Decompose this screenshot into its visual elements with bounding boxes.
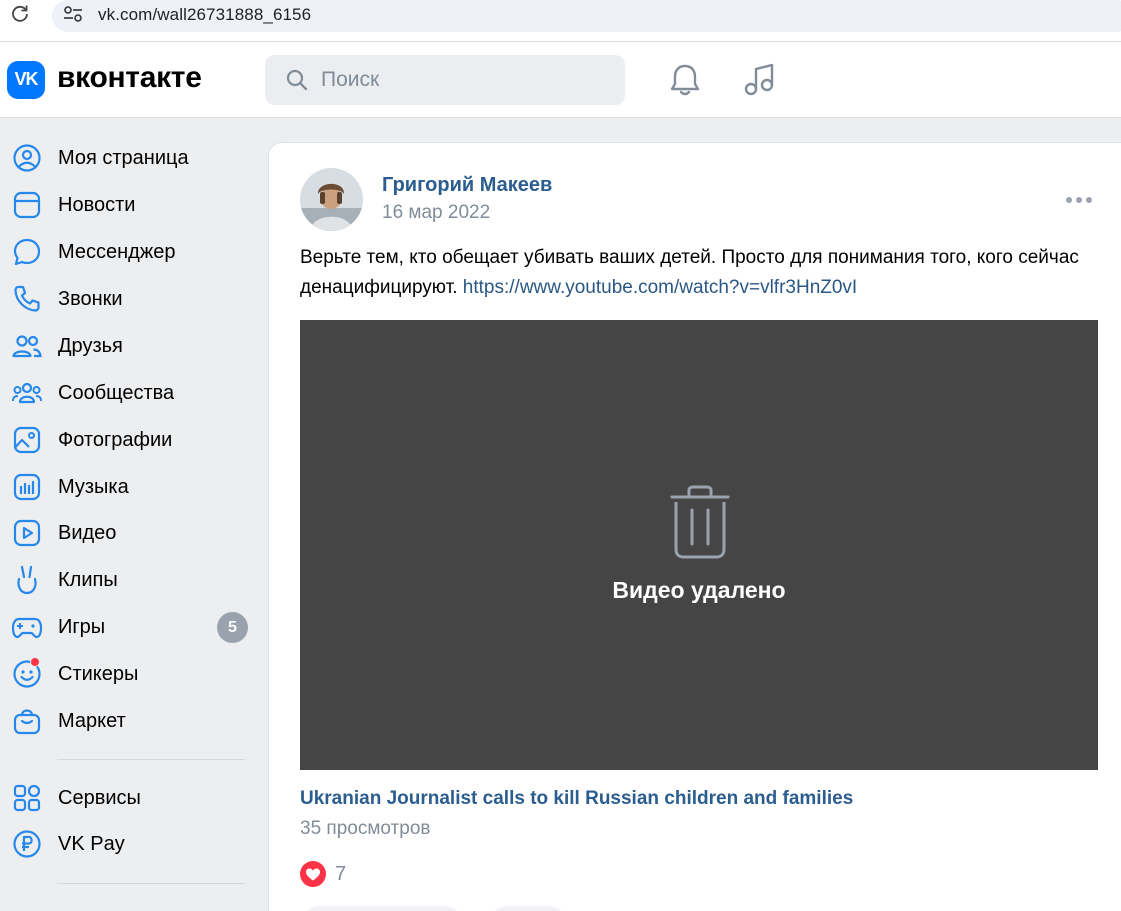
like-button[interactable]: 7 [300,861,360,889]
games-counter-badge: 5 [217,612,248,643]
post-text: Верьте тем, кто обещает убивать ваших де… [300,243,1100,303]
post-date[interactable]: 16 мар 2022 [382,202,490,224]
reload-icon[interactable] [10,3,30,23]
sidebar-item-calls[interactable]: Звонки [0,277,260,321]
sidebar-item-label: Мессенджер [58,241,176,263]
omnibox[interactable]: vk.com/wall26731888_6156 [52,0,1121,32]
sidebar-item-music[interactable]: Музыка [0,465,260,509]
browser-address-bar: vk.com/wall26731888_6156 [0,0,1121,42]
music-icon[interactable] [742,62,778,98]
clips-icon [17,565,37,595]
sidebar-item-communities[interactable]: Сообщества [0,371,260,415]
new-stickers-dot [30,657,40,667]
author-avatar[interactable] [300,168,363,231]
friends-icon [12,335,42,358]
sidebar-item-label: Игры [58,616,106,638]
gamepad-icon [11,617,43,639]
post-author-name[interactable]: Григорий Макеев [382,174,552,197]
sidebar-item-news[interactable]: Новости [0,183,260,227]
vk-logo-icon[interactable]: VK [7,61,45,99]
sidebar-item-label: Видео [58,522,117,544]
sidebar-item-label: Сообщества [58,382,175,404]
vk-wordmark[interactable]: вконтакте [57,61,202,95]
sidebar-item-stickers[interactable]: Стикеры [0,652,260,696]
message-icon [13,238,41,266]
sidebar-item-label: Музыка [58,476,129,498]
more-options-icon[interactable] [1064,193,1094,207]
sidebar-divider [57,759,245,760]
search-box[interactable] [265,55,625,105]
sidebar-item-games[interactable]: Игры 5 [0,605,260,649]
sidebar-item-messenger[interactable]: Мессенджер [0,230,260,274]
sidebar-item-label: Фотографии [58,429,173,451]
phone-icon [14,285,40,312]
share-button[interactable] [488,906,568,911]
sidebar-item-vkpay[interactable]: VK Pay [0,822,260,866]
comment-button[interactable] [300,906,464,911]
market-icon [13,709,41,735]
sidebar-item-services[interactable]: Сервисы [0,776,260,820]
url-text[interactable]: vk.com/wall26731888_6156 [98,5,311,25]
sidebar-item-label: Звонки [58,288,123,310]
newsfeed-icon [13,191,41,219]
sidebar-item-label: Сервисы [58,787,141,809]
like-count: 7 [335,863,347,885]
sidebar-item-label: Клипы [58,569,118,591]
sidebar-item-video[interactable]: Видео [0,511,260,555]
video-views: 35 просмотров [300,818,431,839]
sidebar-divider [57,883,245,884]
photos-icon [13,426,41,454]
trash-icon [670,485,730,559]
sidebar: Моя страница Новости Мессенджер Звонки Д… [0,119,260,911]
bell-icon[interactable] [668,62,702,98]
heart-icon [300,861,326,887]
sidebar-item-label: Моя страница [58,147,189,169]
sidebar-item-label: VK Pay [58,833,125,855]
sidebar-item-friends[interactable]: Друзья [0,324,260,368]
search-icon [286,69,308,91]
heart-glyph [306,868,320,881]
sidebar-item-photos[interactable]: Фотографии [0,418,260,462]
music-bars-icon [13,473,41,501]
vkpay-icon [13,830,41,858]
video-title-link[interactable]: Ukranian Journalist calls to kill Russia… [300,788,853,810]
site-info-icon[interactable] [62,4,84,24]
sidebar-item-clips[interactable]: Клипы [0,558,260,602]
vk-header: VK вконтакте [0,42,1121,118]
services-icon [13,784,41,812]
sidebar-item-market[interactable]: Маркет [0,699,260,743]
search-input[interactable] [321,55,611,105]
sidebar-item-label: Стикеры [58,663,139,685]
sidebar-item-label: Новости [58,194,136,216]
youtube-link[interactable]: https://www.youtube.com/watch?v=vlfr3HnZ… [463,277,857,298]
video-player-deleted[interactable]: Видео удалено [300,320,1098,770]
vk-logo-text: VK [14,69,38,89]
sidebar-item-my-page[interactable]: Моя страница [0,136,260,180]
wall-post: Григорий Макеев 16 мар 2022 Верьте тем, … [268,142,1121,911]
communities-icon [12,382,42,404]
sidebar-item-label: Друзья [58,335,123,357]
video-deleted-label: Видео удалено [612,577,786,603]
sidebar-item-label: Маркет [58,710,126,732]
user-circle-icon [13,144,41,172]
video-icon [13,519,41,547]
